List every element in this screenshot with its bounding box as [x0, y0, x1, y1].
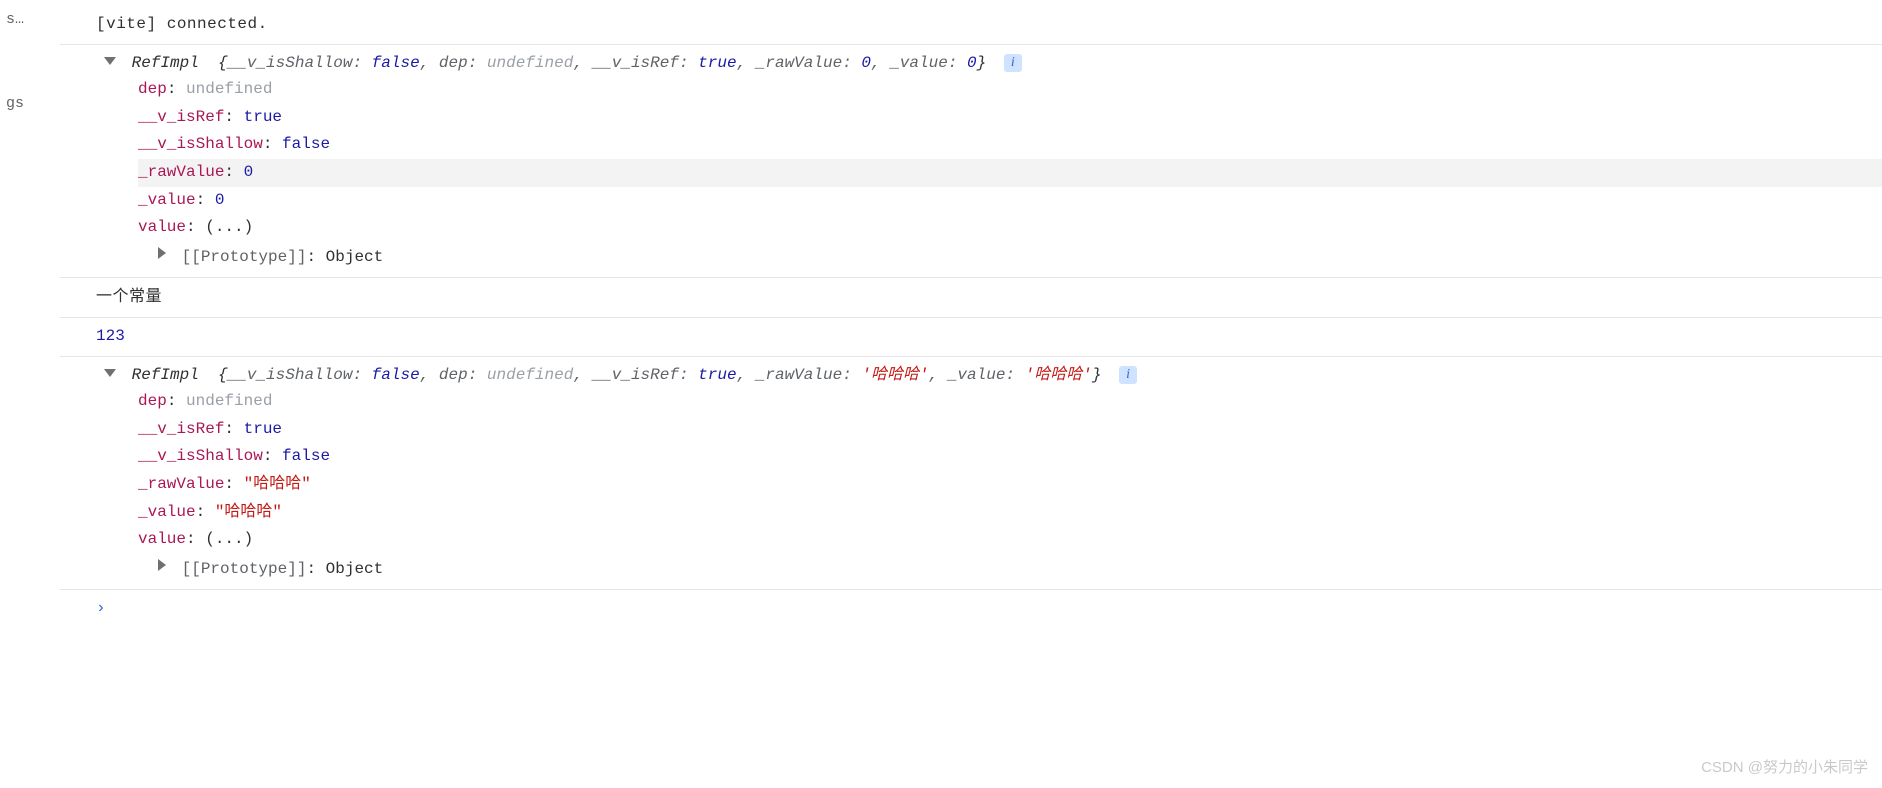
object-property-getter[interactable]: value: (...): [138, 526, 1882, 554]
object-property[interactable]: _rawValue: 0: [138, 159, 1882, 187]
console-object-line[interactable]: RefImpl {__v_isShallow: false, dep: unde…: [60, 356, 1882, 590]
object-property[interactable]: __v_isShallow: false: [138, 443, 1882, 471]
disclosure-triangle-icon[interactable]: [104, 369, 116, 377]
console-log-line[interactable]: 一个常量: [60, 277, 1882, 317]
object-property[interactable]: __v_isShallow: false: [138, 131, 1882, 159]
object-summary: {__v_isShallow: false, dep: undefined, _…: [208, 54, 995, 72]
info-icon[interactable]: i: [1004, 54, 1022, 72]
object-property-getter[interactable]: value: (...): [138, 214, 1882, 242]
watermark-text: CSDN @努力的小朱同学: [1701, 756, 1868, 780]
object-class-name: RefImpl: [132, 366, 199, 384]
object-summary: {__v_isShallow: false, dep: undefined, _…: [208, 366, 1111, 384]
object-property[interactable]: _value: 0: [138, 187, 1882, 215]
object-property[interactable]: _rawValue: "哈哈哈": [138, 471, 1882, 499]
console-log-line[interactable]: 123: [60, 317, 1882, 356]
object-property[interactable]: _value: "哈哈哈": [138, 499, 1882, 527]
console-prompt[interactable]: ›: [60, 589, 1882, 628]
log-message-text: [vite] connected.: [96, 15, 268, 33]
object-property[interactable]: dep: undefined: [138, 76, 1882, 104]
console-log-line[interactable]: [vite] connected.: [60, 6, 1882, 44]
object-property[interactable]: __v_isRef: true: [138, 416, 1882, 444]
sidebar-item[interactable]: s…: [6, 8, 54, 32]
object-prototype[interactable]: [[Prototype]]: Object: [138, 556, 1882, 584]
object-property[interactable]: __v_isRef: true: [138, 104, 1882, 132]
sidebar-item[interactable]: gs: [6, 92, 54, 116]
log-message-text: 一个常量: [96, 288, 162, 305]
object-properties: dep: undefined __v_isRef: true __v_isSha…: [104, 388, 1882, 583]
info-icon[interactable]: i: [1119, 366, 1137, 384]
object-properties: dep: undefined __v_isRef: true __v_isSha…: [104, 76, 1882, 271]
panel-tabs-sidebar: s… gs: [0, 0, 60, 184]
object-property[interactable]: dep: undefined: [138, 388, 1882, 416]
console-object-line[interactable]: RefImpl {__v_isShallow: false, dep: unde…: [60, 44, 1882, 278]
log-message-number: 123: [96, 327, 125, 345]
disclosure-triangle-icon[interactable]: [158, 247, 166, 259]
disclosure-triangle-icon[interactable]: [158, 559, 166, 571]
object-prototype[interactable]: [[Prototype]]: Object: [138, 244, 1882, 272]
object-class-name: RefImpl: [132, 54, 199, 72]
chevron-right-icon: ›: [96, 599, 106, 617]
disclosure-triangle-icon[interactable]: [104, 57, 116, 65]
console-panel: [vite] connected. RefImpl {__v_isShallow…: [60, 0, 1882, 628]
